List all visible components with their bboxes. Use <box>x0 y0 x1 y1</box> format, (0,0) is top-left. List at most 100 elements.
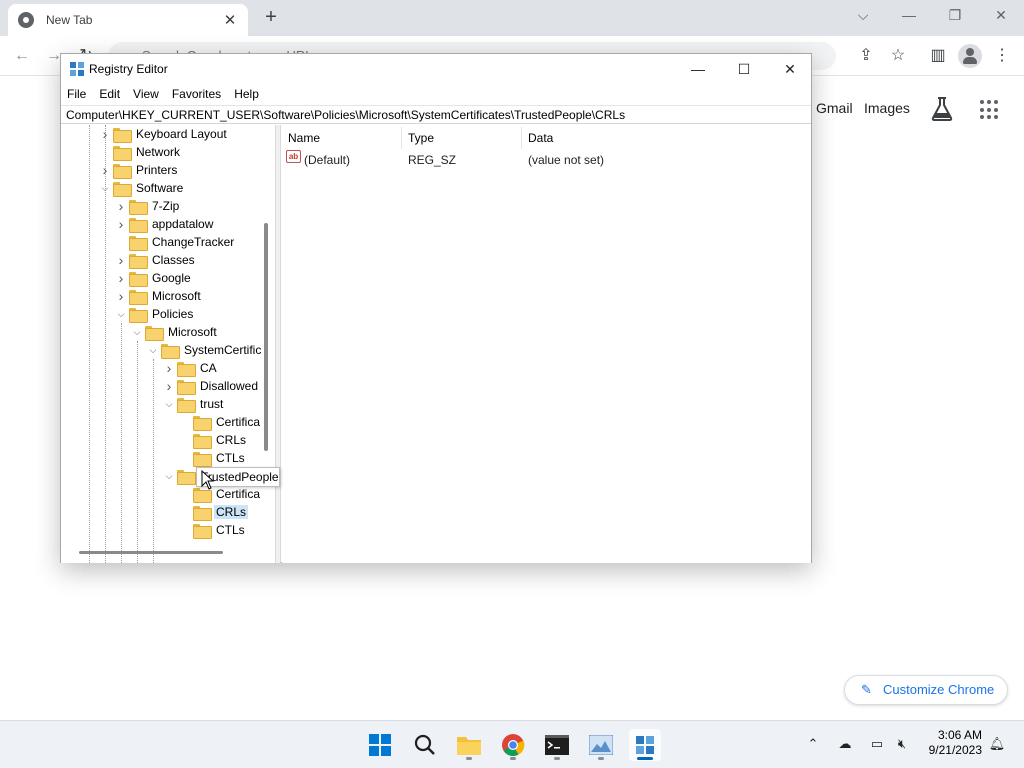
tree-node[interactable]: Certifica <box>177 413 262 431</box>
tray-overflow-chevron-icon[interactable]: ⌃ <box>804 735 822 753</box>
profile-avatar-icon[interactable] <box>958 44 982 68</box>
onedrive-status-icon[interactable]: ☁ <box>836 735 854 753</box>
tree-node[interactable]: › appdatalow <box>113 215 215 233</box>
share-icon[interactable]: ⇪ <box>854 44 878 68</box>
chrome-taskbar-button[interactable] <box>497 729 529 761</box>
side-panel-icon[interactable]: ▥ <box>926 44 950 68</box>
images-link[interactable]: Images <box>864 100 910 116</box>
chevron-right-icon[interactable]: › <box>97 161 113 179</box>
chevron-right-icon[interactable]: › <box>113 251 129 269</box>
tab-close-icon[interactable]: ✕ <box>222 11 238 29</box>
tree-node[interactable]: CRLs <box>177 503 249 521</box>
new-tab-button[interactable]: + <box>259 6 283 30</box>
gmail-link[interactable]: Gmail <box>816 100 853 116</box>
pane-splitter[interactable] <box>276 125 281 563</box>
tree-node-label: Google <box>152 271 191 285</box>
tree-node[interactable]: CRLs <box>177 431 248 449</box>
browser-minimize-button[interactable]: — <box>889 4 929 26</box>
regedit-maximize-button[interactable]: ☐ <box>721 56 767 82</box>
tree-node[interactable]: ⌵ Policies <box>113 305 195 323</box>
volume-muted-icon[interactable]: 🔇︎ <box>893 735 911 753</box>
regedit-app-icon <box>70 62 84 76</box>
chevron-down-icon[interactable]: ⌵ <box>129 323 145 341</box>
registry-tree-pane[interactable]: › Keyboard Layout Network › Printers ⌵ Softwar… <box>61 125 276 563</box>
tree-node[interactable]: › Microsoft <box>113 287 203 305</box>
tree-node[interactable]: › 7-Zip <box>113 197 181 215</box>
regedit-menubar: File Edit View Favorites Help <box>61 84 811 104</box>
taskbar-clock[interactable]: 3:06 AM 9/21/2023 <box>918 728 982 758</box>
display-icon[interactable]: ▭ <box>868 735 886 753</box>
tree-node[interactable]: CTLs <box>177 449 247 467</box>
chevron-down-icon[interactable]: ⌵ <box>161 467 177 485</box>
chevron-right-icon[interactable]: › <box>161 359 177 377</box>
chevron-right-icon[interactable]: › <box>113 269 129 287</box>
folder-icon <box>129 217 148 233</box>
regedit-close-button[interactable]: ✕ <box>767 56 813 82</box>
chevron-right-icon[interactable]: › <box>161 377 177 395</box>
tree-node[interactable]: ⌵ Software <box>97 179 185 197</box>
terminal-taskbar-button[interactable] <box>541 729 573 761</box>
browser-tab[interactable]: New Tab ✕ <box>8 4 248 36</box>
menu-favorites[interactable]: Favorites <box>172 87 227 101</box>
registry-editor-window: Registry Editor — ☐ ✕ File Edit View Fav… <box>60 53 812 563</box>
tree-vertical-scrollbar[interactable] <box>264 223 268 451</box>
tree-node[interactable]: ⌵ SystemCertific <box>145 341 263 359</box>
google-apps-grid-icon[interactable] <box>980 100 1000 120</box>
tab-title: New Tab <box>46 13 93 27</box>
tree-node[interactable]: › Keyboard Layout <box>97 125 229 143</box>
folder-icon <box>129 253 148 269</box>
customize-chrome-button[interactable]: ✎ Customize Chrome <box>844 675 1008 705</box>
tree-node[interactable]: › Printers <box>97 161 179 179</box>
chevron-down-icon[interactable]: ⌵ <box>97 179 113 197</box>
chevron-right-icon[interactable]: › <box>113 287 129 305</box>
bookmark-star-icon[interactable]: ☆ <box>886 44 910 68</box>
registry-values-pane[interactable]: Name Type Data ab (Default) REG_SZ (valu… <box>282 125 811 563</box>
menu-help[interactable]: Help <box>234 87 265 101</box>
labs-flask-icon[interactable] <box>930 96 954 122</box>
regedit-minimize-button[interactable]: — <box>675 56 721 82</box>
regedit-titlebar[interactable]: Registry Editor — ☐ ✕ <box>61 54 811 84</box>
menu-file[interactable]: File <box>67 87 92 101</box>
tree-node[interactable]: › Disallowed <box>161 377 260 395</box>
chevron-down-icon[interactable]: ⌵ <box>145 341 161 359</box>
file-explorer-button[interactable] <box>453 729 485 761</box>
start-button[interactable] <box>364 729 396 761</box>
tree-node[interactable]: › Classes <box>113 251 197 269</box>
tree-node[interactable]: Certifica <box>177 485 262 503</box>
menu-edit[interactable]: Edit <box>99 87 126 101</box>
chevron-down-icon[interactable]: ⌵ <box>113 305 129 323</box>
string-value-ab-icon: ab <box>286 150 301 163</box>
tab-search-chevron-icon[interactable]: ⌵ <box>843 4 883 26</box>
tree-node[interactable]: Network <box>97 143 182 161</box>
tree-node[interactable]: ⌵ Microsoft <box>129 323 219 341</box>
menu-kebab-icon[interactable]: ⋮ <box>990 44 1014 68</box>
browser-close-button[interactable]: ✕ <box>981 4 1021 26</box>
back-arrow-icon[interactable]: ← <box>10 44 34 68</box>
menu-view[interactable]: View <box>133 87 165 101</box>
column-header-data[interactable]: Data <box>522 127 672 149</box>
registry-value-row[interactable]: ab (Default) REG_SZ (value not set) <box>282 150 811 170</box>
tree-node[interactable]: › CA <box>161 359 219 377</box>
chevron-right-icon[interactable]: › <box>113 215 129 233</box>
tree-node[interactable]: ChangeTracker <box>113 233 236 251</box>
tree-node-label: CRLs <box>216 433 247 447</box>
tree-horizontal-scrollbar[interactable] <box>79 551 223 554</box>
regedit-taskbar-button[interactable] <box>629 729 661 761</box>
search-button[interactable] <box>409 729 441 761</box>
regedit-address-bar[interactable]: Computer\HKEY_CURRENT_USER\Software\Poli… <box>61 105 811 124</box>
tree-node-label: Printers <box>136 163 178 177</box>
column-header-type[interactable]: Type <box>402 127 522 149</box>
column-header-name[interactable]: Name <box>282 127 402 149</box>
chevron-right-icon[interactable]: › <box>113 197 129 215</box>
chevron-right-icon[interactable]: › <box>97 125 113 143</box>
tree-node[interactable]: ⌵ trust <box>161 395 225 413</box>
browser-restore-button[interactable]: ❐ <box>935 4 975 26</box>
photos-taskbar-button[interactable] <box>585 729 617 761</box>
tree-node[interactable]: › Google <box>113 269 193 287</box>
tree-node[interactable]: CTLs <box>177 521 247 539</box>
chevron-down-icon[interactable]: ⌵ <box>161 395 177 413</box>
value-data: (value not set) <box>528 153 605 167</box>
value-type: REG_SZ <box>408 153 457 167</box>
notification-bell-icon[interactable]: 🔔︎ <box>988 735 1006 753</box>
